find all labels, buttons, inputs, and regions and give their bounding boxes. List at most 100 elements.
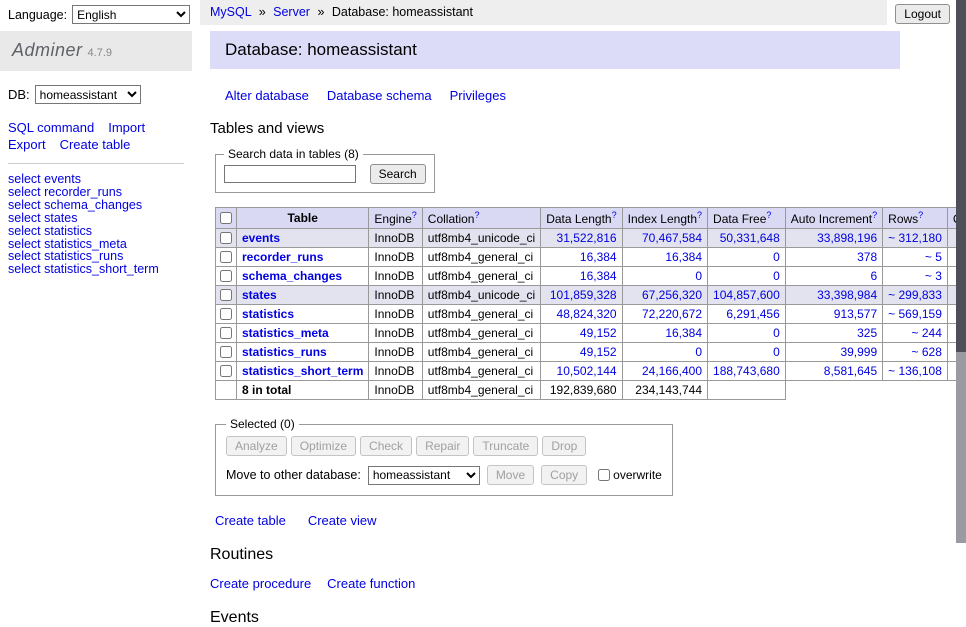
table-name-link[interactable]: schema_changes (242, 269, 342, 283)
truncate-button[interactable]: Truncate (473, 436, 538, 456)
scrollbar[interactable] (956, 0, 966, 543)
export-link[interactable]: Export (8, 137, 46, 152)
database-schema-link[interactable]: Database schema (327, 88, 432, 103)
overwrite-checkbox[interactable] (598, 469, 610, 481)
table-name-link[interactable]: events (242, 231, 280, 245)
create-table-link-sidebar[interactable]: Create table (60, 137, 131, 152)
move-db-select[interactable]: homeassistant (368, 466, 480, 485)
create-procedure-link[interactable]: Create procedure (210, 576, 311, 591)
data-free-link[interactable]: 188,743,680 (713, 364, 780, 378)
rows-count-link[interactable]: ~ 244 (912, 326, 942, 340)
data-free-link[interactable]: 0 (773, 326, 780, 340)
index-length-link[interactable]: 24,166,400 (642, 364, 702, 378)
rows-count-link[interactable]: ~ 299,833 (888, 288, 942, 302)
select-states-link[interactable]: select states (8, 212, 192, 225)
language-select[interactable]: English (72, 5, 190, 24)
data-free-link[interactable]: 0 (773, 250, 780, 264)
select-statistics-short-term-link[interactable]: select statistics_short_term (8, 263, 192, 276)
auto-increment-link[interactable]: 39,999 (840, 345, 877, 359)
rows-count-link[interactable]: ~ 628 (912, 345, 942, 359)
row-checkbox[interactable] (220, 270, 232, 282)
auto-increment-link[interactable]: 913,577 (834, 307, 877, 321)
sql-command-link[interactable]: SQL command (8, 120, 94, 135)
help-link[interactable]: ? (697, 210, 702, 220)
select-events-link[interactable]: select events (8, 173, 192, 186)
help-link[interactable]: ? (612, 210, 617, 220)
data-free-link[interactable]: 0 (773, 269, 780, 283)
help-link[interactable]: ? (474, 210, 479, 220)
rows-count-link[interactable]: ~ 5 (925, 250, 942, 264)
scrollbar-thumb[interactable] (956, 0, 966, 352)
select-schema-changes-link[interactable]: select schema_changes (8, 199, 192, 212)
breadcrumb-link-server[interactable]: Server (273, 5, 310, 19)
table-name-link[interactable]: statistics (242, 307, 294, 321)
rows-count-link[interactable]: ~ 312,180 (888, 231, 942, 245)
data-free-link[interactable]: 6,291,456 (726, 307, 779, 321)
data-length-link[interactable]: 48,824,320 (557, 307, 617, 321)
analyze-button[interactable]: Analyze (226, 436, 287, 456)
auto-increment-link[interactable]: 6 (870, 269, 877, 283)
select-statistics-link[interactable]: select statistics (8, 225, 192, 238)
copy-button[interactable]: Copy (541, 465, 587, 485)
index-length-link[interactable]: 72,220,672 (642, 307, 702, 321)
help-link[interactable]: ? (918, 210, 923, 220)
row-checkbox[interactable] (220, 251, 232, 263)
breadcrumb-link-mysql[interactable]: MySQL (210, 5, 251, 19)
data-length-link[interactable]: 49,152 (580, 345, 617, 359)
table-name-link[interactable]: statistics_runs (242, 345, 327, 359)
auto-increment-link[interactable]: 33,398,984 (817, 288, 877, 302)
search-button[interactable]: Search (370, 164, 426, 184)
index-length-link[interactable]: 67,256,320 (642, 288, 702, 302)
row-checkbox[interactable] (220, 346, 232, 358)
row-checkbox[interactable] (220, 365, 232, 377)
table-name-link[interactable]: statistics_meta (242, 326, 329, 340)
db-select[interactable]: homeassistant (35, 85, 141, 104)
table-name-link[interactable]: states (242, 288, 277, 302)
data-length-link[interactable]: 31,522,816 (557, 231, 617, 245)
index-length-link[interactable]: 0 (695, 345, 702, 359)
check-button[interactable]: Check (360, 436, 412, 456)
data-free-link[interactable]: 104,857,600 (713, 288, 780, 302)
help-link[interactable]: ? (412, 210, 417, 220)
help-link[interactable]: ? (872, 210, 877, 220)
data-free-link[interactable]: 50,331,648 (720, 231, 780, 245)
index-length-link[interactable]: 16,384 (665, 250, 702, 264)
rows-count-link[interactable]: ~ 569,159 (888, 307, 942, 321)
drop-button[interactable]: Drop (542, 436, 586, 456)
create-view-link[interactable]: Create view (308, 513, 377, 528)
auto-increment-link[interactable]: 378 (857, 250, 877, 264)
optimize-button[interactable]: Optimize (291, 436, 356, 456)
data-length-link[interactable]: 10,502,144 (557, 364, 617, 378)
row-checkbox[interactable] (220, 232, 232, 244)
privileges-link[interactable]: Privileges (450, 88, 506, 103)
search-input[interactable] (224, 165, 356, 183)
index-length-link[interactable]: 0 (695, 269, 702, 283)
import-link[interactable]: Import (108, 120, 145, 135)
logout-button[interactable]: Logout (895, 4, 950, 24)
auto-increment-link[interactable]: 325 (857, 326, 877, 340)
repair-button[interactable]: Repair (416, 436, 469, 456)
data-length-link[interactable]: 49,152 (580, 326, 617, 340)
rows-count-link[interactable]: ~ 3 (925, 269, 942, 283)
alter-database-link[interactable]: Alter database (225, 88, 309, 103)
row-checkbox[interactable] (220, 327, 232, 339)
data-length-link[interactable]: 16,384 (580, 250, 617, 264)
table-name-link[interactable]: statistics_short_term (242, 364, 363, 378)
create-function-link[interactable]: Create function (327, 576, 415, 591)
create-table-link[interactable]: Create table (215, 513, 286, 528)
move-button[interactable]: Move (487, 465, 534, 485)
index-length-link[interactable]: 16,384 (665, 326, 702, 340)
index-length-link[interactable]: 70,467,584 (642, 231, 702, 245)
select-recorder-runs-link[interactable]: select recorder_runs (8, 186, 192, 199)
row-checkbox[interactable] (220, 308, 232, 320)
data-free-link[interactable]: 0 (773, 345, 780, 359)
row-checkbox[interactable] (220, 289, 232, 301)
table-name-link[interactable]: recorder_runs (242, 250, 323, 264)
help-link[interactable]: ? (766, 210, 771, 220)
select-all-checkbox[interactable] (220, 212, 232, 224)
data-length-link[interactable]: 16,384 (580, 269, 617, 283)
rows-count-link[interactable]: ~ 136,108 (888, 364, 942, 378)
auto-increment-link[interactable]: 33,898,196 (817, 231, 877, 245)
data-length-link[interactable]: 101,859,328 (550, 288, 617, 302)
auto-increment-link[interactable]: 8,581,645 (824, 364, 877, 378)
